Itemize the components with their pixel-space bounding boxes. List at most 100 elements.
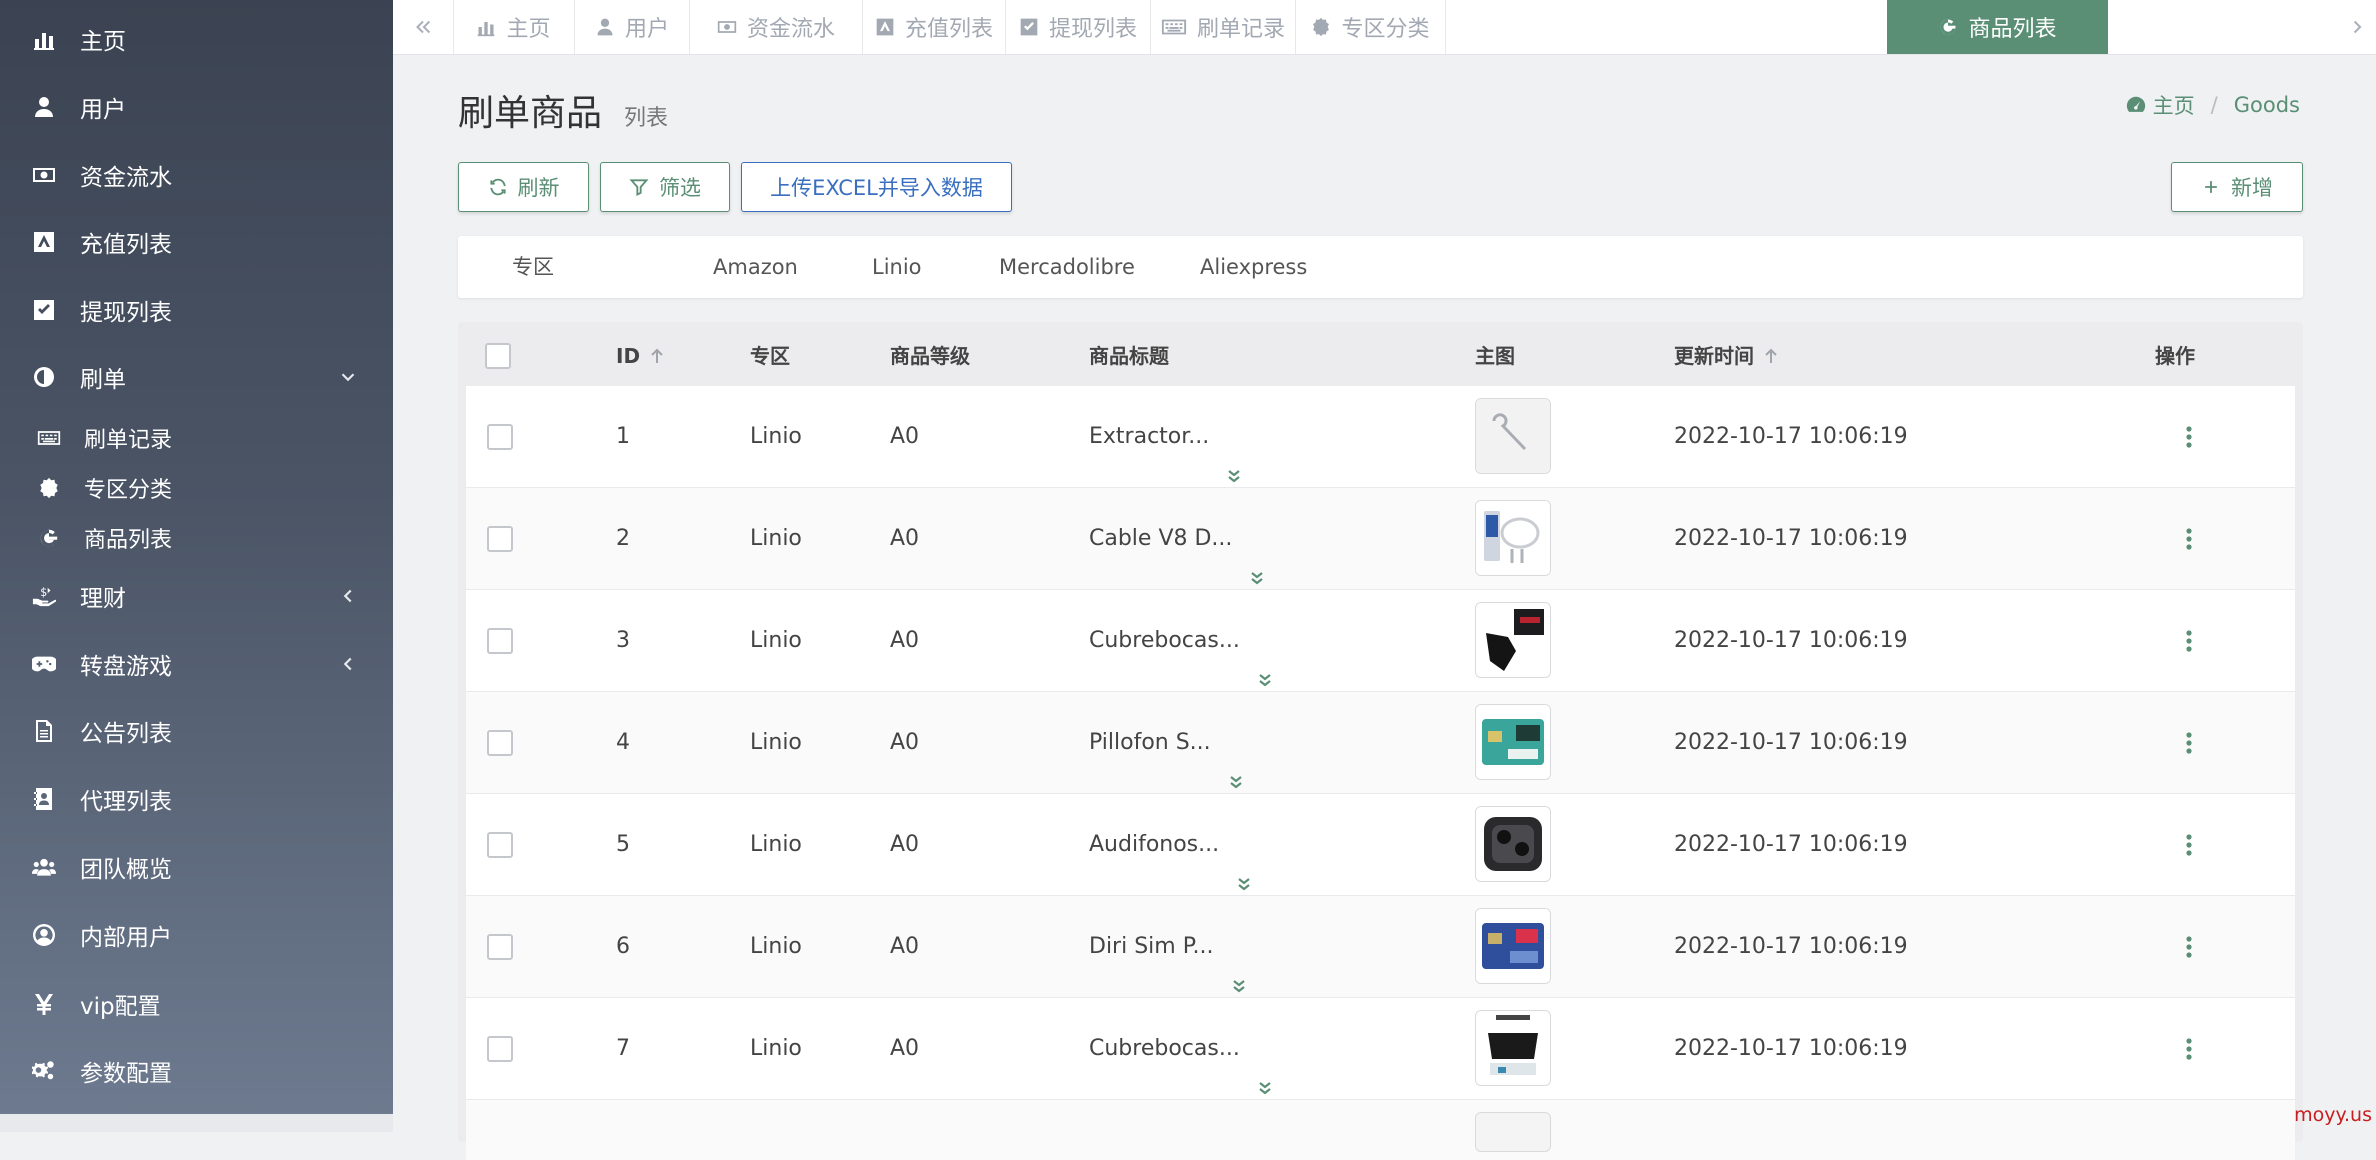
- add-button[interactable]: 新增: [2171, 162, 2303, 212]
- row-updated: 2022-10-17 10:06:19: [1674, 832, 1908, 857]
- row-checkbox[interactable]: [487, 526, 513, 552]
- tab-users[interactable]: 用户: [575, 0, 690, 54]
- chevron-left-icon: [337, 653, 359, 675]
- row-image[interactable]: [1475, 398, 1551, 474]
- breadcrumb-home-link[interactable]: 主页: [2125, 90, 2195, 120]
- table-row: 4 Linio A0 Pillofon S... 2022-10-17 10:0…: [466, 692, 2295, 794]
- double-chevron-right-icon: [2353, 20, 2362, 34]
- sidebar-item-team-overview[interactable]: 团队概览: [0, 839, 393, 895]
- row-id: 7: [616, 1036, 630, 1061]
- upload-excel-button[interactable]: 上传EXCEL并导入数据: [741, 162, 1012, 212]
- row-image[interactable]: [1475, 602, 1551, 678]
- filter-tab-linio[interactable]: Linio: [872, 236, 922, 298]
- tab-home[interactable]: 主页: [453, 0, 575, 54]
- expand-chevrons-icon[interactable]: [1230, 938, 1248, 993]
- sidebar-item-orders[interactable]: 刷单: [0, 349, 393, 405]
- column-header-updated[interactable]: 更新时间: [1674, 322, 1778, 386]
- row-title-text: Extractor...: [1089, 424, 1210, 449]
- row-checkbox[interactable]: [487, 730, 513, 756]
- sort-arrow-up-icon: [651, 348, 663, 363]
- filter-tab-amazon[interactable]: Amazon: [713, 236, 798, 298]
- sidebar-item-agents[interactable]: 代理列表: [0, 771, 393, 827]
- row-id: 6: [616, 934, 630, 959]
- row-actions-menu-icon[interactable]: [2174, 728, 2204, 758]
- row-image[interactable]: [1475, 704, 1551, 780]
- row-image[interactable]: [1475, 500, 1551, 576]
- tab-order-records[interactable]: 刷单记录: [1151, 0, 1296, 54]
- sidebar-item-label: 代理列表: [80, 789, 172, 815]
- column-header-label: ID: [616, 344, 641, 368]
- row-checkbox[interactable]: [487, 832, 513, 858]
- row-checkbox[interactable]: [487, 934, 513, 960]
- check-square-icon: [1020, 18, 1038, 36]
- row-image[interactable]: [1475, 1112, 1551, 1152]
- row-id: 3: [616, 628, 630, 653]
- google-icon: [1940, 19, 1956, 35]
- tabs-scroll-right-button[interactable]: [2346, 0, 2376, 54]
- sidebar-item-withdraw[interactable]: 提现列表: [0, 282, 393, 338]
- sidebar-item-label: 刷单: [80, 367, 126, 393]
- upload-excel-label: 上传EXCEL并导入数据: [770, 176, 983, 200]
- table-row: 5 Linio A0 Audifonos... 2022-10-17 10:06…: [466, 794, 2295, 896]
- filter-tab-mercadolibre[interactable]: Mercadolibre: [999, 236, 1135, 298]
- sidebar-item-label: 提现列表: [80, 300, 172, 326]
- row-image[interactable]: [1475, 908, 1551, 984]
- expand-chevrons-icon[interactable]: [1256, 1040, 1274, 1095]
- row-title: Diri Sim P...: [1089, 896, 1248, 998]
- sidebar-item-vip-config[interactable]: vip配置: [0, 976, 393, 1032]
- expand-chevrons-icon[interactable]: [1225, 428, 1243, 483]
- sidebar-item-users[interactable]: 用户: [0, 79, 393, 135]
- sidebar-subitem-zone-categories[interactable]: 专区分类: [0, 466, 393, 510]
- tabs-scroll-left-button[interactable]: [393, 0, 454, 54]
- row-actions-menu-icon[interactable]: [2174, 626, 2204, 656]
- tab-goods-list-active[interactable]: 商品列表: [1887, 0, 2108, 54]
- row-title: Extractor...: [1089, 386, 1243, 488]
- expand-chevrons-icon[interactable]: [1248, 530, 1266, 585]
- table-header: ID 专区 商品等级 商品标题 主图 更新时间 操作: [458, 322, 2303, 386]
- refresh-button[interactable]: 刷新: [458, 162, 589, 212]
- sidebar-subitem-goods-list[interactable]: 商品列表: [0, 516, 393, 560]
- sidebar-item-internal-users[interactable]: 内部用户: [0, 907, 393, 963]
- tab-cashflow[interactable]: 资金流水: [690, 0, 863, 54]
- select-all-checkbox[interactable]: [485, 343, 511, 369]
- row-checkbox[interactable]: [487, 424, 513, 450]
- filter-tab-aliexpress[interactable]: Aliexpress: [1200, 236, 1307, 298]
- row-image[interactable]: [1475, 806, 1551, 882]
- column-header-id[interactable]: ID: [616, 322, 664, 386]
- sidebar-item-recharge[interactable]: 充值列表: [0, 214, 393, 270]
- row-actions-menu-icon[interactable]: [2174, 422, 2204, 452]
- tab-zone-categories[interactable]: 专区分类: [1296, 0, 1446, 54]
- sidebar-item-home[interactable]: 主页: [0, 11, 393, 67]
- sidebar-item-wheel-game[interactable]: 转盘游戏: [0, 636, 393, 692]
- bar-chart-icon: [478, 22, 495, 37]
- breadcrumb-separator: /: [2210, 93, 2218, 117]
- sidebar-item-announcements[interactable]: 公告列表: [0, 703, 393, 759]
- table-row: 3 Linio A0 Cubrebocas... 2022-10-17 10:0…: [466, 590, 2295, 692]
- yen-icon: [30, 990, 58, 1018]
- row-actions-menu-icon[interactable]: [2174, 1034, 2204, 1064]
- row-actions-menu-icon[interactable]: [2174, 932, 2204, 962]
- row-title-text: Cable V8 D...: [1089, 526, 1233, 551]
- row-actions-menu-icon[interactable]: [2174, 830, 2204, 860]
- filter-tab-zone[interactable]: 专区: [512, 236, 554, 298]
- row-checkbox[interactable]: [487, 1036, 513, 1062]
- row-actions-menu-icon[interactable]: [2174, 524, 2204, 554]
- sidebar-item-params-config[interactable]: 参数配置: [0, 1043, 393, 1099]
- zone-filter-bar: 专区 Amazon Linio Mercadolibre Aliexpress: [458, 236, 2303, 298]
- sidebar-item-label: 用户: [80, 97, 126, 123]
- sidebar-subitem-order-records[interactable]: 刷单记录: [0, 416, 393, 460]
- usb-cable-image: [1476, 501, 1550, 575]
- filter-icon: [629, 179, 649, 196]
- filter-button[interactable]: 筛选: [600, 162, 730, 212]
- sidebar-item-finance[interactable]: $ 理财: [0, 568, 393, 624]
- expand-chevrons-icon[interactable]: [1227, 734, 1245, 789]
- page-subtitle: 列表: [624, 106, 669, 131]
- tab-recharge[interactable]: 充值列表: [863, 0, 1006, 54]
- sidebar-item-cashflow[interactable]: 资金流水: [0, 147, 393, 203]
- row-updated: 2022-10-17 10:06:19: [1674, 526, 1908, 551]
- row-checkbox[interactable]: [487, 628, 513, 654]
- expand-chevrons-icon[interactable]: [1256, 632, 1274, 687]
- tab-withdraw[interactable]: 提现列表: [1006, 0, 1151, 54]
- expand-chevrons-icon[interactable]: [1235, 836, 1253, 891]
- row-image[interactable]: [1475, 1010, 1551, 1086]
